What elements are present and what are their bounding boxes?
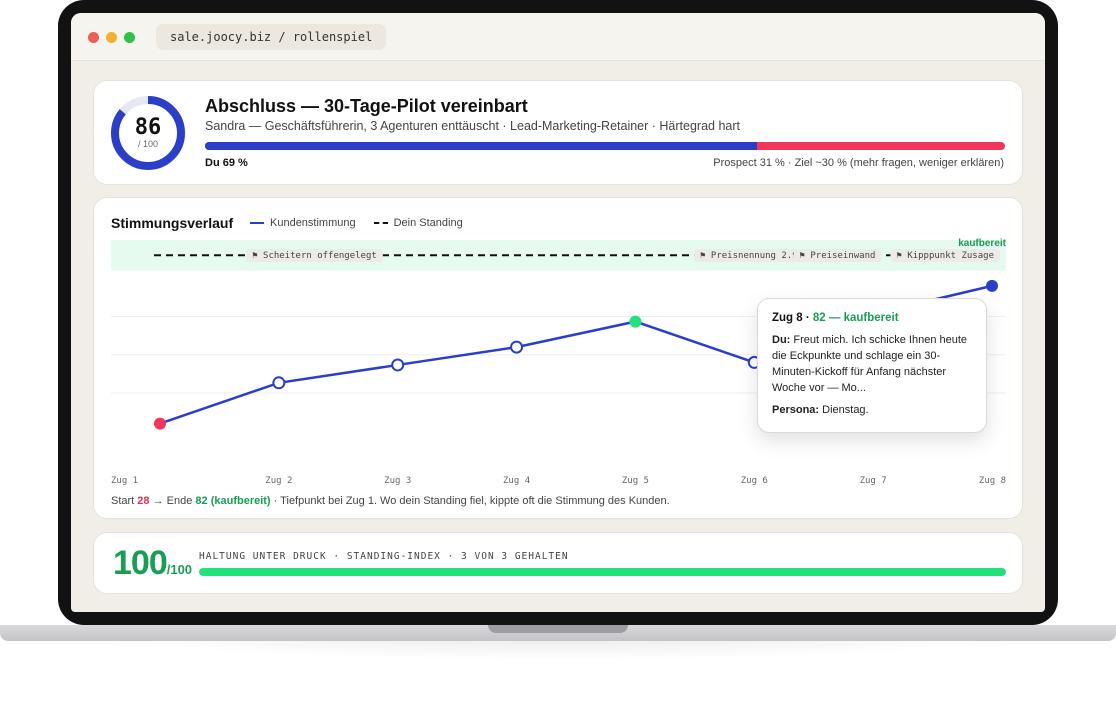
minimize-window-button[interactable] bbox=[106, 32, 117, 43]
chart-summary-start-value: 28 bbox=[137, 495, 150, 507]
standing-card: 100/100 HALTUNG UNTER DRUCK · STANDING-I… bbox=[93, 532, 1023, 594]
annotation-0: ⚑ Scheitern offengelegt bbox=[252, 251, 377, 261]
tooltip-persona-message: Dienstag. bbox=[819, 404, 869, 416]
annotation-3: ⚑ Kipppunkt Zusage bbox=[896, 251, 994, 261]
tooltip-header: Zug 8 · 82 — kaufbereit bbox=[772, 312, 972, 324]
address-bar[interactable]: sale.joocy.biz / rollenspiel bbox=[156, 24, 386, 50]
laptop-notch bbox=[488, 625, 628, 633]
close-window-button[interactable] bbox=[88, 32, 99, 43]
chart-summary-rest: · Tiefpunkt bei Zug 1. Wo dein Standing … bbox=[270, 495, 670, 507]
score-max: / 100 bbox=[137, 139, 159, 149]
data-point-3 bbox=[391, 358, 405, 372]
tooltip-du-label: Du: bbox=[772, 334, 791, 346]
tooltip-persona-label: Persona: bbox=[772, 404, 820, 416]
standing-bar bbox=[199, 568, 1006, 576]
standing-label: HALTUNG UNTER DRUCK · STANDING-INDEX · 3… bbox=[199, 551, 569, 562]
standing-bar-fill bbox=[199, 568, 1006, 576]
scenario-description: Sandra — Geschäftsführerin, 3 Agenturen … bbox=[205, 119, 741, 133]
x-tick-2: Zug 2 bbox=[265, 476, 292, 486]
annotation-1: ⚑ Preisnennung 2.900 bbox=[700, 251, 808, 261]
maximize-window-button[interactable] bbox=[124, 32, 135, 43]
tooltip-value: 82 — kaufbereit bbox=[812, 312, 899, 324]
tooltip-persona-text: Persona: Dienstag. bbox=[772, 404, 972, 416]
standing-score-value: 100 bbox=[113, 544, 168, 582]
tooltip-du-text: Du: Freut mich. Ich schicke Ihnen heute … bbox=[772, 332, 972, 396]
x-tick-8: Zug 8 bbox=[979, 476, 1006, 486]
chart-title: Stimmungsverlauf bbox=[111, 215, 234, 231]
data-point-2 bbox=[272, 376, 286, 390]
prospect-share-label: Prospect 31 % · Ziel ~30 % (mehr fragen,… bbox=[713, 157, 1004, 169]
legend-customer-swatch bbox=[250, 222, 264, 224]
data-point-4 bbox=[510, 340, 524, 354]
x-tick-1: Zug 1 bbox=[111, 476, 138, 486]
browser-window: sale.joocy.biz / rollenspiel 86 / 100 Ab… bbox=[71, 13, 1045, 612]
x-tick-4: Zug 4 bbox=[503, 476, 530, 486]
tooltip-turn: Zug 8 · bbox=[772, 312, 813, 324]
tooltip-du-message: Freut mich. Ich schicke Ihnen heute die … bbox=[772, 334, 968, 394]
data-point-5 bbox=[629, 315, 642, 328]
turn-tooltip: Zug 8 · 82 — kaufbereit Du: Freut mich. … bbox=[757, 298, 987, 433]
legend-customer-label: Kundenstimmung bbox=[270, 217, 356, 229]
chart-legend: Kundenstimmung Dein Standing bbox=[250, 217, 463, 229]
chart-summary: Start 28 → Ende 82 (kaufbereit) · Tiefpu… bbox=[111, 495, 670, 507]
chart-summary-start-label: Start bbox=[111, 495, 138, 507]
chart-summary-arrow: → Ende bbox=[149, 495, 196, 507]
data-point-8 bbox=[986, 279, 998, 292]
browser-titlebar: sale.joocy.biz / rollenspiel bbox=[71, 13, 1045, 61]
du-share-label: Du 69 % bbox=[205, 157, 248, 169]
annotation-2: ⚑ Preiseinwand bbox=[800, 251, 876, 261]
score-value: 86 bbox=[134, 115, 162, 140]
chart-summary-end-value: 82 (kaufbereit) bbox=[195, 495, 271, 507]
x-tick-5: Zug 5 bbox=[622, 476, 649, 486]
x-tick-3: Zug 3 bbox=[384, 476, 411, 486]
result-title: Abschluss — 30-Tage-Pilot vereinbart bbox=[205, 96, 528, 116]
summary-card: 86 / 100 Abschluss — 30-Tage-Pilot verei… bbox=[93, 80, 1023, 185]
legend-standing-label: Dein Standing bbox=[393, 217, 463, 229]
speaking-share-bar bbox=[205, 142, 1005, 150]
x-tick-6: Zug 6 bbox=[741, 476, 768, 486]
x-tick-7: Zug 7 bbox=[860, 476, 887, 486]
end-label: kaufbereit bbox=[958, 238, 1006, 249]
standing-score-max: /100 bbox=[166, 562, 193, 577]
standing-score: 100/100 bbox=[113, 544, 192, 583]
data-point-1 bbox=[154, 417, 166, 430]
du-share-fill bbox=[205, 142, 757, 150]
legend-standing-swatch bbox=[373, 222, 388, 224]
